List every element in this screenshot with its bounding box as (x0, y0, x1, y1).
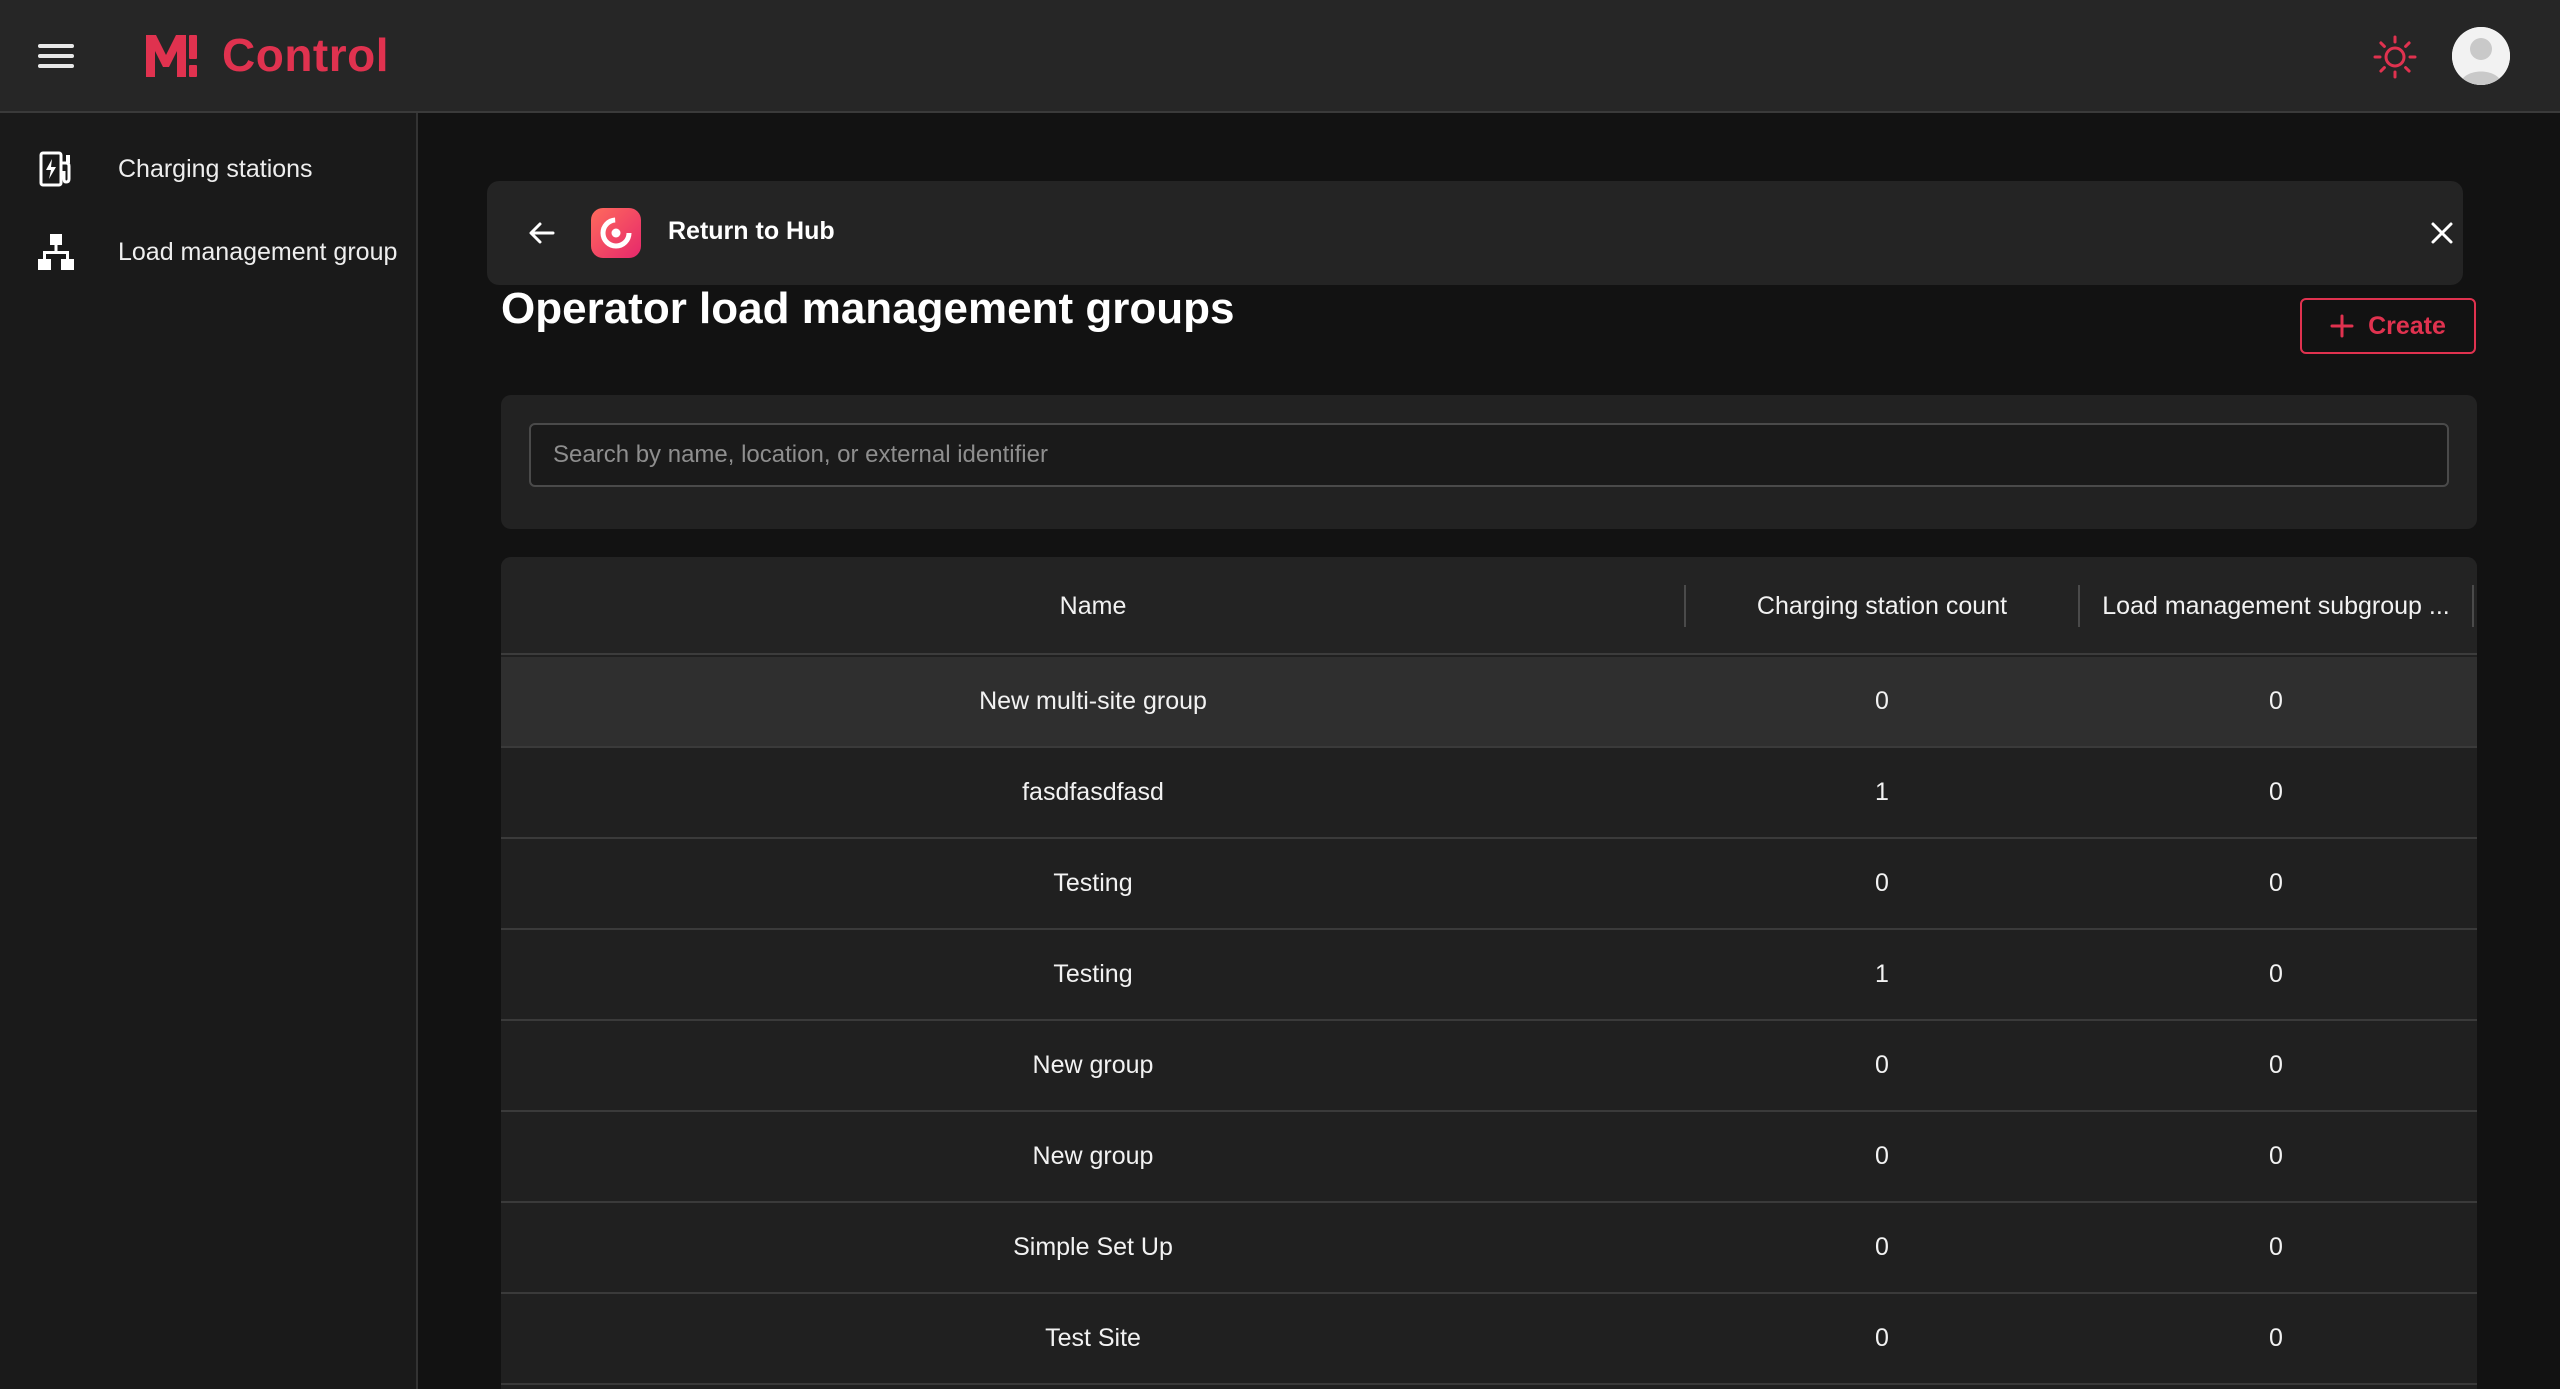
cell-subgroup-count: 0 (2269, 869, 2283, 897)
brand-logo-icon (146, 35, 197, 77)
groups-table: Name Charging station count Load managem… (501, 557, 2477, 1389)
hub-logo-icon (591, 208, 641, 258)
sidebar-item-label: Charging stations (118, 154, 313, 183)
cell-subgroup-count: 0 (2269, 1233, 2283, 1261)
avatar-silhouette-icon (2452, 27, 2510, 85)
brand-name: Control (222, 29, 390, 81)
table-row[interactable]: Testing 1 0 (501, 930, 2477, 1021)
charging-station-icon (39, 151, 71, 187)
return-to-hub-link[interactable]: Return to Hub (668, 217, 835, 246)
cell-subgroup-count: 0 (2269, 778, 2283, 806)
cell-subgroup-count: 0 (2269, 687, 2283, 715)
sidebar: Charging stations Load management group (0, 113, 418, 1389)
cell-name: New group (1032, 1051, 1154, 1079)
column-divider[interactable] (2472, 585, 2474, 627)
table-row[interactable]: New multi-site group 0 0 (501, 657, 2477, 748)
cell-name: fasdfasdfasd (1022, 778, 1164, 806)
top-bar: Control (0, 0, 2560, 113)
cell-charging-station-count: 0 (1875, 869, 1889, 897)
app-root: Control Charging stations Load managemen… (0, 0, 2560, 1389)
cell-name: Simple Set Up (1013, 1233, 1173, 1261)
hamburger-menu-icon[interactable] (36, 40, 76, 72)
cell-subgroup-count: 0 (2269, 960, 2283, 988)
cell-subgroup-count: 0 (2269, 1142, 2283, 1170)
cell-charging-station-count: 0 (1875, 687, 1889, 715)
hierarchy-icon (38, 234, 74, 270)
search-panel (501, 395, 2477, 529)
table-row[interactable]: New group 0 0 (501, 1021, 2477, 1112)
user-avatar-icon[interactable] (2452, 27, 2510, 85)
cell-name: New group (1032, 1142, 1154, 1170)
cell-charging-station-count: 1 (1875, 778, 1889, 806)
brand[interactable]: Control (142, 22, 389, 88)
cell-name: Test Site (1045, 1324, 1141, 1352)
cell-subgroup-count: 0 (2269, 1051, 2283, 1079)
arrow-left-icon[interactable] (523, 214, 561, 252)
search-input[interactable] (529, 423, 2449, 487)
sun-icon[interactable] (2372, 34, 2418, 80)
table-row[interactable]: Test Site 0 0 (501, 1294, 2477, 1385)
page-title: Operator load management groups (501, 284, 1235, 333)
table-header: Name Charging station count Load managem… (501, 557, 2477, 655)
column-header-name[interactable]: Name (501, 557, 1685, 655)
plus-icon (2330, 314, 2354, 338)
table-row[interactable]: New group 0 0 (501, 1112, 2477, 1203)
cell-charging-station-count: 0 (1875, 1233, 1889, 1261)
sidebar-item-load-management-group[interactable]: Load management group (0, 216, 416, 288)
table-row[interactable]: fasdfasdfasd 1 0 (501, 748, 2477, 839)
table-row[interactable]: Testing 0 0 (501, 839, 2477, 930)
cell-charging-station-count: 0 (1875, 1142, 1889, 1170)
cell-charging-station-count: 0 (1875, 1051, 1889, 1079)
close-icon[interactable] (2423, 214, 2461, 252)
create-button-label: Create (2368, 311, 2446, 340)
sidebar-item-charging-stations[interactable]: Charging stations (0, 133, 416, 205)
cell-charging-station-count: 1 (1875, 960, 1889, 988)
cell-name: Testing (1053, 869, 1133, 897)
cell-subgroup-count: 0 (2269, 1324, 2283, 1352)
cell-name: New multi-site group (979, 687, 1207, 715)
column-header-load-management-subgroups[interactable]: Load management subgroup ... (2079, 557, 2473, 655)
sidebar-item-label: Load management group (118, 237, 398, 266)
table-row[interactable]: Simple Set Up 0 0 (501, 1203, 2477, 1294)
cell-charging-station-count: 0 (1875, 1324, 1889, 1352)
return-to-hub-bar: Return to Hub (487, 181, 2463, 285)
column-header-charging-station-count[interactable]: Charging station count (1685, 557, 2079, 655)
cell-name: Testing (1053, 960, 1133, 988)
create-button[interactable]: Create (2300, 298, 2476, 354)
